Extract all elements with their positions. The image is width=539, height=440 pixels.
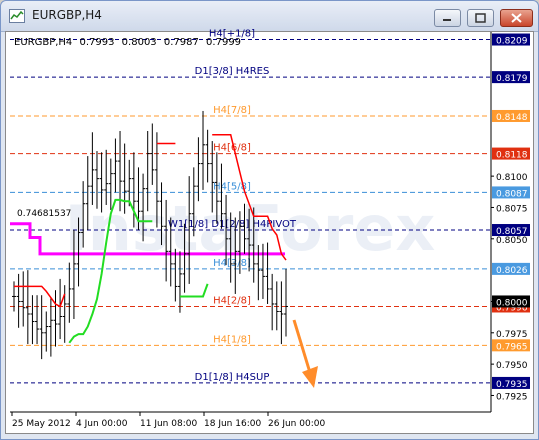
level-price-label: 0.8179 [496,74,528,84]
header-open: 0.7993 [79,37,115,48]
forecast-arrow-shaft [292,319,313,377]
y-tick-label: 0.8050 [496,236,528,246]
murrey-level-label: H4[5/8] [213,181,251,192]
level-price-label: 0.8209 [496,37,528,47]
murrey-level-label: D1[1/8] H4SUP [195,372,270,383]
level-price-label: 0.8026 [496,266,528,276]
murrey-level-label: D1[3/8] H4RES [195,66,270,77]
y-tick-label: 0.7975 [496,330,528,340]
header-close: 0.7999 [206,37,242,48]
x-tick-label: 11 Jun 08:00 [140,419,197,429]
y-tick-label: 0.8100 [496,173,528,183]
current-price-label: 0.8000 [496,298,528,308]
forecast-arrow-icon [302,366,318,388]
side-note-label: 0.74681537 [17,209,71,219]
chart-header: EURGBP,H4 0.7993 0.8003 0.7987 0.7999 [14,37,245,48]
trend-resistance-line [14,285,66,308]
header-symbol: EURGBP,H4 [14,37,73,48]
y-tick-label: 0.7925 [496,392,528,402]
murrey-level-label: H4[1/8] [213,334,251,345]
level-price-label: 0.7935 [496,380,528,390]
y-tick-label: 0.8075 [496,204,528,214]
level-price-label: 0.8148 [496,113,528,123]
x-tick-label: 18 Jun 16:00 [204,419,261,429]
y-tick-label: 0.7950 [496,361,528,371]
murrey-level-label: H4[2/8] [213,295,251,306]
x-tick-label: 26 Jun 00:00 [268,419,325,429]
header-low: 0.7987 [163,37,199,48]
level-price-label: 0.7965 [496,342,528,352]
murrey-level-label: H4[6/8] [213,143,251,154]
price-chart[interactable]: InstaForexH4[+1/8]D1[3/8] H4RESH4[7/8]H4… [0,0,539,440]
murrey-level-label: W1[1/8] D1[2/8] H4PIVOT [168,219,297,230]
x-tick-label: 4 Jun 00:00 [76,419,128,429]
header-high: 0.8003 [121,37,157,48]
level-price-label: 0.8118 [496,151,528,161]
level-price-label: 0.8087 [496,189,528,199]
x-tick-label: 25 May 2012 [12,419,71,429]
murrey-level-label: H4[7/8] [213,105,251,116]
